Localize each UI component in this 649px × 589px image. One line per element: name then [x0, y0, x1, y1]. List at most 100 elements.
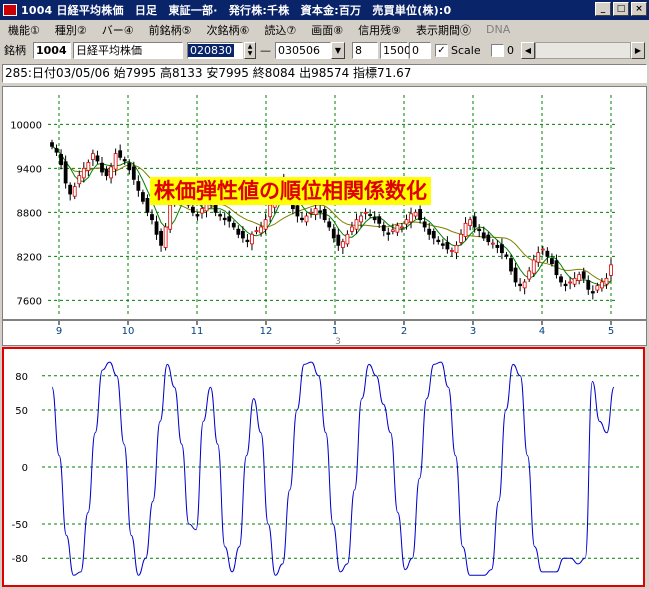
scale-label: Scale: [451, 44, 481, 57]
end-date-field[interactable]: 030506: [275, 42, 331, 59]
param4-label: 0: [507, 44, 514, 57]
x-tick-label: 4: [539, 326, 545, 337]
candle-body: [418, 209, 423, 221]
candle-body: [72, 186, 77, 197]
candle-body: [559, 276, 563, 283]
menu-screen[interactable]: 画面⑧: [303, 22, 350, 38]
candle-body: [327, 221, 332, 228]
candle-body: [395, 225, 400, 233]
candle-body: [490, 242, 495, 245]
menu-prev-stock[interactable]: 前銘柄⑤: [141, 22, 199, 38]
candle-body: [95, 155, 100, 162]
candle-body: [563, 283, 568, 287]
candle-body: [572, 277, 577, 285]
candle-body: [481, 232, 486, 239]
y-tick-label: -80: [12, 554, 28, 565]
candle-body: [113, 153, 118, 170]
menu-bar-type[interactable]: バー④: [94, 22, 141, 38]
x-tick-label: 10: [122, 326, 135, 337]
candle-body: [595, 285, 600, 291]
candle-body: [600, 281, 604, 289]
candle-body: [54, 148, 59, 153]
candle-body: [486, 234, 491, 243]
y-tick-label: 9400: [17, 164, 42, 175]
candle-body: [122, 159, 127, 162]
candle-body: [377, 216, 382, 224]
menu-next-stock[interactable]: 次銘柄⑥: [199, 22, 257, 38]
menu-function[interactable]: 機能①: [0, 22, 47, 38]
candle-body: [500, 244, 504, 254]
candle-body: [131, 166, 136, 180]
menu-display-period[interactable]: 表示期間⓪: [408, 22, 478, 38]
candle-body: [231, 222, 236, 228]
param2-field[interactable]: 1500: [380, 42, 411, 59]
candle-body: [331, 228, 336, 239]
candle-body: [218, 214, 223, 217]
indicator-panel[interactable]: 80 50 0 -50 -80: [2, 347, 645, 587]
candle-body: [590, 291, 595, 294]
y-tick-label: 8200: [17, 252, 42, 263]
candle-body: [236, 228, 241, 235]
candle-body: [404, 219, 409, 225]
param1-field[interactable]: 8: [352, 42, 378, 59]
candle-body: [59, 154, 63, 166]
menu-margin[interactable]: 信用残⑨: [350, 22, 408, 38]
y-tick-label: -50: [12, 520, 28, 531]
candle-body: [440, 243, 445, 246]
candle-body: [527, 270, 532, 280]
candle-body: [363, 211, 368, 214]
candle-body: [154, 221, 159, 235]
candle-body: [495, 244, 500, 248]
menu-bar: 機能① 種別② バー④ 前銘柄⑤ 次銘柄⑥ 読込⑦ 画面⑧ 信用残⑨ 表示期間⓪…: [0, 20, 649, 39]
scroll-right-button[interactable]: ▶: [631, 42, 645, 59]
end-date-dropdown[interactable]: ▼: [331, 42, 345, 59]
candle-body: [345, 233, 350, 245]
candle-body: [150, 214, 154, 221]
start-date-spinner[interactable]: ▲ ▼: [244, 42, 256, 59]
candle-body: [509, 258, 513, 272]
close-button[interactable]: ×: [631, 2, 647, 16]
scroll-left-button[interactable]: ◀: [521, 42, 535, 59]
candle-body: [513, 267, 518, 283]
candle-body: [263, 219, 268, 230]
maximize-button[interactable]: □: [613, 2, 629, 16]
candle-body: [295, 205, 300, 217]
candle-body: [336, 234, 341, 246]
menu-type[interactable]: 種別②: [47, 22, 94, 38]
candle-body: [604, 277, 609, 285]
candle-body: [477, 228, 482, 232]
start-date-field[interactable]: 020830: [187, 42, 243, 59]
candle-body: [168, 204, 173, 230]
candle-body: [222, 217, 227, 221]
date-dash: —: [260, 44, 271, 57]
code-label: 銘柄: [4, 44, 26, 57]
candle-body: [340, 241, 345, 248]
scale-checkbox[interactable]: ✓: [435, 44, 448, 57]
candle-body: [322, 209, 327, 221]
candle-body: [536, 252, 541, 263]
candle-body: [200, 208, 204, 214]
scroll-track[interactable]: [535, 42, 631, 59]
candle-body: [359, 215, 363, 223]
param3-field[interactable]: 0: [409, 42, 431, 59]
candle-body: [409, 213, 413, 223]
stock-code-field[interactable]: 1004: [33, 42, 71, 59]
info-bar: 285:日付03/05/06 始7995 高8133 安7995 終8084 出…: [2, 64, 647, 83]
candle-body: [568, 281, 572, 284]
minimize-button[interactable]: _: [595, 2, 611, 16]
candle-body: [104, 168, 109, 177]
x-tick-label: 12: [260, 326, 273, 337]
stock-name-field[interactable]: 日経平均株価: [73, 42, 183, 59]
candle-body: [354, 219, 359, 230]
candle-body: [386, 232, 391, 235]
candle-body: [100, 162, 104, 173]
candle-body: [422, 221, 427, 228]
param4-checkbox[interactable]: [491, 44, 504, 57]
candle-body: [609, 264, 613, 276]
x-tick-label: 5: [608, 326, 614, 337]
x-tick-label: 3: [470, 326, 476, 337]
menu-load[interactable]: 読込⑦: [256, 22, 303, 38]
candle-body: [372, 217, 377, 221]
candle-body: [581, 271, 586, 279]
candle-body: [459, 233, 463, 243]
